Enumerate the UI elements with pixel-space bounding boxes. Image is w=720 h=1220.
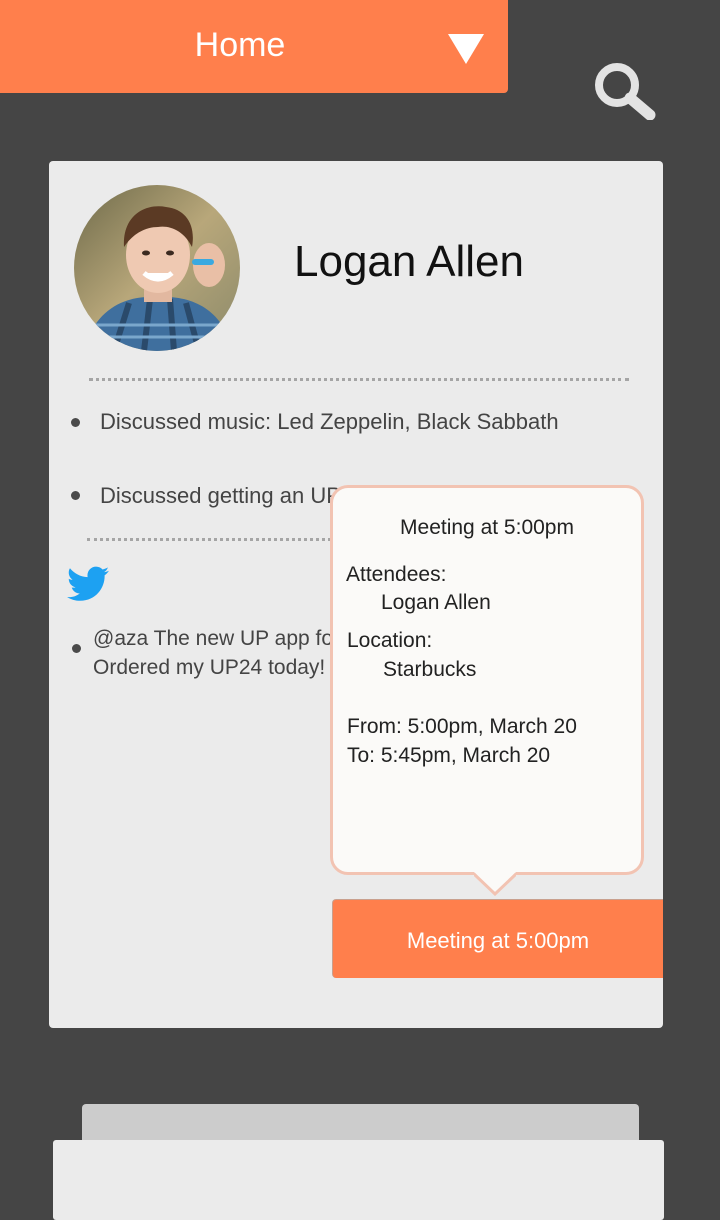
divider — [89, 378, 629, 381]
attendees-label: Attendees: — [346, 563, 447, 586]
bullet-icon — [71, 418, 80, 427]
meeting-button[interactable]: Meeting at 5:00pm — [332, 899, 663, 978]
twitter-bird-icon — [67, 566, 109, 601]
search-icon[interactable] — [592, 60, 658, 120]
meeting-popup: Meeting at 5:00pm Attendees: Logan Allen… — [330, 485, 644, 875]
note-item: Discussed getting an UP24 — [100, 483, 366, 508]
triangle-down-icon[interactable] — [447, 33, 485, 65]
from-time: From: 5:00pm, March 20 — [347, 715, 577, 738]
avatar[interactable] — [74, 185, 240, 351]
next-card[interactable] — [53, 1140, 664, 1220]
bullet-icon — [72, 644, 81, 653]
to-time: To: 5:45pm, March 20 — [347, 744, 551, 767]
location-label: Location: — [347, 629, 433, 652]
bullet-icon — [71, 491, 80, 500]
popup-pointer — [474, 872, 516, 896]
home-header-dropdown[interactable]: Home — [0, 0, 508, 93]
location-value: Starbucks — [383, 658, 477, 681]
note-item: Discussed music: Led Zeppelin, Black Sab… — [100, 409, 559, 434]
attendees-value: Logan Allen — [381, 591, 491, 614]
header-title: Home — [194, 26, 286, 64]
divider — [87, 538, 337, 541]
profile-name: Logan Allen — [294, 237, 524, 286]
popup-title: Meeting at 5:00pm — [400, 516, 574, 539]
